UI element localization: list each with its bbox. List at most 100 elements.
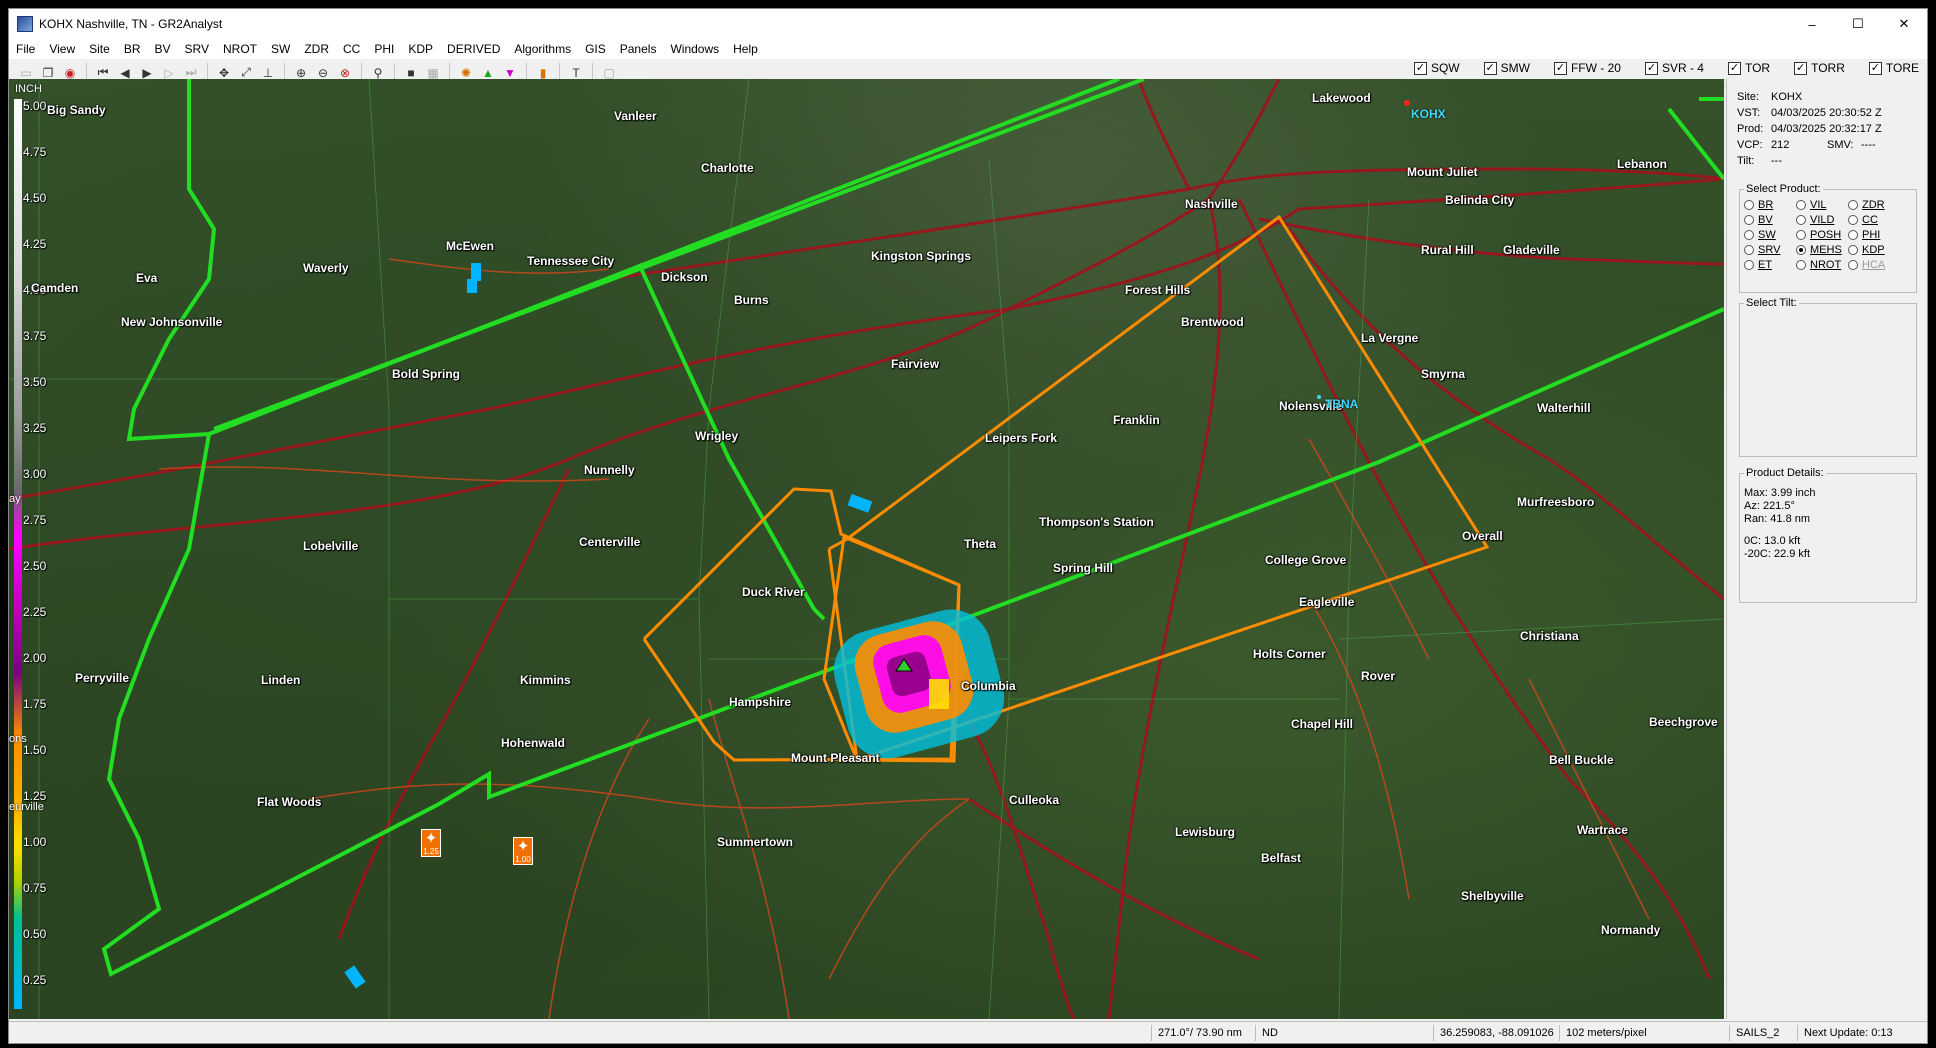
legend-side-label: ons (9, 733, 27, 745)
product-mehs[interactable]: MEHS (1796, 244, 1848, 256)
menu-site[interactable]: Site (82, 42, 117, 56)
legend-tick: 3.00 (23, 467, 47, 481)
town-label: Eva (136, 271, 158, 285)
legend-tick: 4.50 (23, 191, 47, 205)
menu-algorithms[interactable]: Algorithms (507, 42, 578, 56)
town-label: McEwen (446, 239, 495, 253)
toggle-sqw[interactable]: ✓ SQW (1413, 61, 1460, 75)
menu-sw[interactable]: SW (264, 42, 297, 56)
town-label: Shelbyville (1461, 889, 1524, 903)
town-label: Overall (1462, 529, 1503, 543)
radio-icon (1744, 245, 1754, 255)
menu-phi[interactable]: PHI (367, 42, 401, 56)
menu-bv[interactable]: BV (148, 42, 178, 56)
menu-windows[interactable]: Windows (663, 42, 726, 56)
station-label-tbna: TBNA (1325, 397, 1359, 411)
town-label: Wrigley (695, 429, 739, 443)
maximize-button[interactable]: ☐ (1835, 9, 1881, 39)
town-label: Big Sandy (47, 103, 106, 117)
product-kdp[interactable]: KDP (1848, 244, 1900, 256)
radio-icon (1796, 200, 1806, 210)
legend-tick: 2.50 (23, 559, 47, 573)
legend-side-label: ay (9, 493, 21, 505)
menu-help[interactable]: Help (726, 42, 765, 56)
menu-gis[interactable]: GIS (578, 42, 613, 56)
product-posh[interactable]: POSH (1796, 229, 1848, 241)
town-label: Tennessee City (527, 254, 615, 268)
radio-icon (1796, 260, 1806, 270)
close-button[interactable]: ✕ (1881, 9, 1927, 39)
menu-panels[interactable]: Panels (613, 42, 664, 56)
menu-br[interactable]: BR (117, 42, 148, 56)
legend-tick: 2.75 (23, 513, 47, 527)
warning-toggles: ✓ SQW ✓ SMW ✓ FFW - 20 ✓ SVR - 4 ✓ TOR ✓ TORR … (1413, 61, 1919, 75)
menu-nrot[interactable]: NROT (216, 42, 264, 56)
legend-tick: 1.75 (23, 697, 47, 711)
toggle-torr[interactable]: ✓ TORR (1794, 61, 1845, 75)
radio-selected-icon (1796, 245, 1806, 255)
product-vild[interactable]: VILD (1796, 214, 1848, 226)
product-zdr[interactable]: ZDR (1848, 199, 1900, 211)
status-bar: 271.0°/ 73.90 nm ND 36.259083, -88.09102… (9, 1021, 1927, 1043)
town-label: Lobelville (303, 539, 359, 553)
product-cc[interactable]: CC (1848, 214, 1900, 226)
product-srv[interactable]: SRV (1744, 244, 1796, 256)
title-bar: KOHX Nashville, TN - GR2Analyst – ☐ ✕ (9, 9, 1927, 39)
menu-derived[interactable]: DERIVED (440, 42, 507, 56)
menu-cc[interactable]: CC (336, 42, 367, 56)
radio-icon (1848, 200, 1858, 210)
town-label: Hohenwald (501, 736, 566, 750)
smv-value: ---- (1861, 139, 1876, 151)
legend-tick: 2.25 (23, 605, 47, 619)
product-et[interactable]: ET (1744, 259, 1796, 271)
legend-tick: 5.00 (23, 99, 47, 113)
checkbox-icon: ✓ (1868, 61, 1882, 75)
county-borders (9, 79, 1724, 1019)
product-nrot[interactable]: NROT (1796, 259, 1848, 271)
radio-icon (1796, 230, 1806, 240)
legend-tick: 0.50 (23, 927, 47, 941)
select-tilt-group: Select Tilt: (1739, 297, 1917, 457)
product-phi[interactable]: PHI (1848, 229, 1900, 241)
town-label: Normandy (1601, 923, 1661, 937)
product-br[interactable]: BR (1744, 199, 1796, 211)
status-scale: 102 meters/pixel (1559, 1025, 1647, 1041)
toggle-svr[interactable]: ✓ SVR - 4 (1644, 61, 1704, 75)
town-label: Bold Spring (392, 367, 460, 381)
town-label: Culleoka (1009, 793, 1060, 807)
toggle-tore[interactable]: ✓ TORE (1868, 61, 1919, 75)
menu-file[interactable]: File (9, 42, 42, 56)
town-label: Spring Hill (1053, 561, 1113, 575)
hail-report-marker[interactable]: ✦ 1.25 (421, 829, 441, 857)
radio-icon (1744, 230, 1754, 240)
menu-view[interactable]: View (42, 42, 82, 56)
checkbox-icon: ✓ (1794, 61, 1808, 75)
town-label: College Grove (1265, 553, 1347, 567)
hail-report-icon: ✦ (424, 830, 438, 847)
product-bv[interactable]: BV (1744, 214, 1796, 226)
product-hca: HCA (1848, 259, 1900, 271)
toggle-smw[interactable]: ✓ SMW (1483, 61, 1530, 75)
minimize-button[interactable]: – (1789, 9, 1835, 39)
legend-tick: 3.50 (23, 375, 47, 389)
town-label: Waverly (303, 261, 349, 275)
radar-map[interactable]: INCH 5.00 4.75 4.50 4.25 4.00 3.75 3.50 … (9, 79, 1724, 1019)
toggle-tor[interactable]: ✓ TOR (1727, 61, 1770, 75)
town-label: Flat Woods (257, 795, 322, 809)
product-vil[interactable]: VIL (1796, 199, 1848, 211)
menu-zdr[interactable]: ZDR (297, 42, 336, 56)
town-label: Smyrna (1421, 367, 1466, 381)
town-label: Kimmins (520, 673, 571, 687)
checkbox-icon: ✓ (1644, 61, 1658, 75)
site-value: KOHX (1771, 91, 1803, 103)
toggle-ffw[interactable]: ✓ FFW - 20 (1553, 61, 1621, 75)
hail-report-marker[interactable]: ✦ 1.00 (513, 837, 533, 865)
town-label: Lakewood (1312, 91, 1371, 105)
menu-kdp[interactable]: KDP (401, 42, 440, 56)
town-label: Gladeville (1503, 243, 1560, 257)
status-latlon: 36.259083, -88.091026 (1433, 1025, 1554, 1041)
legend-tick: 1.00 (23, 835, 47, 849)
menu-srv[interactable]: SRV (178, 42, 216, 56)
product-sw[interactable]: SW (1744, 229, 1796, 241)
town-label: Theta (964, 537, 997, 551)
